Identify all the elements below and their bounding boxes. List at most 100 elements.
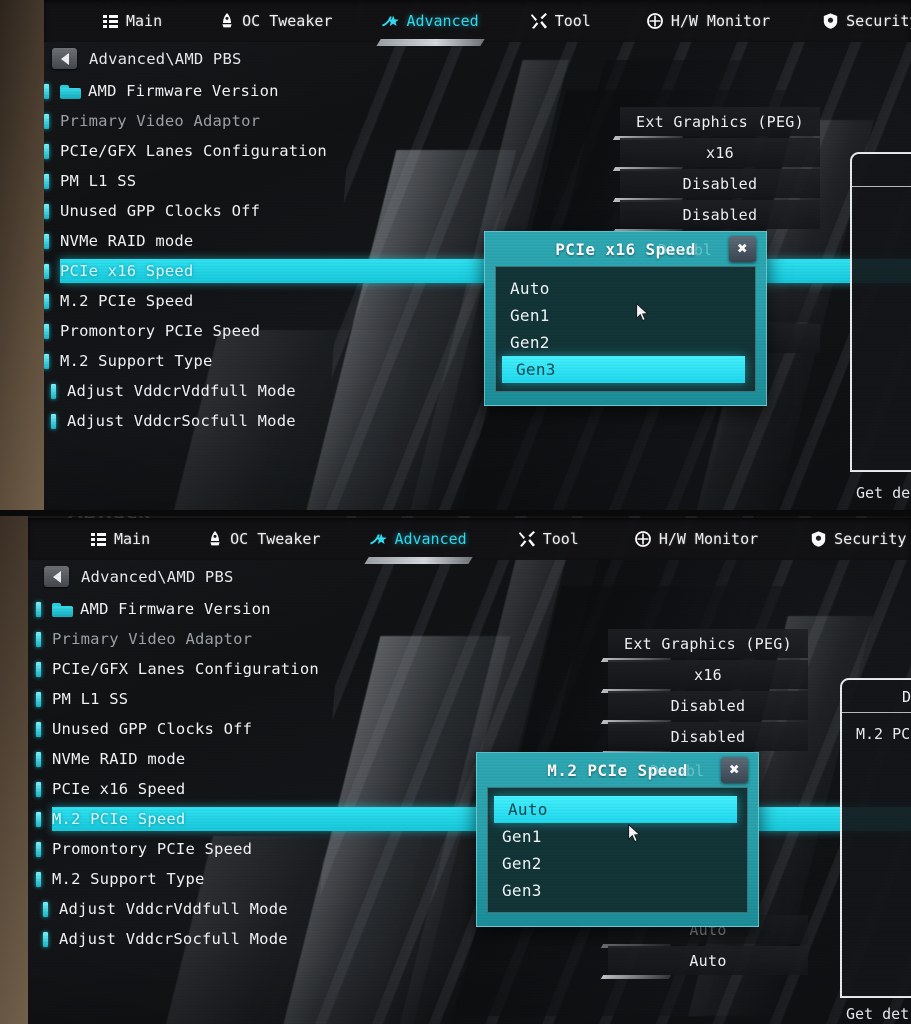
dialog-option[interactable]: Gen1 (488, 823, 747, 850)
list-item[interactable]: PCIe/GFX Lanes Configuration (36, 654, 506, 684)
back-button[interactable] (52, 48, 77, 69)
close-icon[interactable]: ✖ (729, 236, 756, 262)
list-item-label: PCIe/GFX Lanes Configuration (60, 142, 327, 160)
tab-advanced[interactable]: Advanced (382, 0, 479, 42)
list-item[interactable]: Promontory PCIe Speed (44, 316, 514, 346)
value-row[interactable]: Ext Graphics (PEG) (620, 107, 820, 136)
grid-icon (102, 13, 119, 30)
dropdown-dialog-pcie-x16-speed: PCIe x16 Speed Disabl ✖ Auto Gen1 Gen2 G… (484, 231, 767, 406)
monitor-icon (647, 13, 664, 30)
tab-oc-tweaker[interactable]: OC Tweaker (206, 518, 320, 560)
monitor-icon (635, 531, 652, 548)
list-item-selected[interactable]: PCIe x16 Speed (44, 256, 911, 286)
tab-hw-monitor[interactable]: H/W Monitor (635, 518, 758, 560)
list-item-label: NVMe RAID mode (60, 232, 194, 250)
tab-label: Main (126, 12, 163, 30)
dialog-option[interactable]: Gen3 (488, 877, 747, 904)
list-item[interactable]: PCIe/GFX Lanes Configuration (44, 136, 514, 166)
tab-security[interactable]: Security (822, 0, 911, 42)
breadcrumb-label: Advanced\AMD PBS (81, 567, 234, 586)
dialog-option[interactable]: Auto (496, 275, 755, 302)
bullet-icon (36, 721, 41, 737)
settings-list-bottom: AMD Firmware Version Primary Video Adapt… (36, 594, 911, 954)
tab-label: Advanced (394, 530, 467, 548)
description-body (852, 187, 911, 199)
tab-hw-monitor[interactable]: H/W Monitor (647, 0, 770, 42)
list-item[interactable]: M.2 PCIe Speed (44, 286, 514, 316)
list-item[interactable]: PM L1 SS (36, 684, 506, 714)
list-item-selected[interactable]: M.2 PCIe Speed (36, 804, 911, 834)
list-item[interactable]: PCIe x16 Speed (36, 774, 506, 804)
bullet-icon (44, 353, 49, 369)
description-panel: Desc (850, 152, 911, 472)
list-item[interactable]: NVMe RAID mode (36, 744, 506, 774)
list-item[interactable]: AMD Firmware Version (36, 594, 506, 624)
list-item[interactable]: Adjust VddcrSocfull Mode (36, 924, 506, 954)
shield-icon (810, 531, 827, 548)
breadcrumb-label: Advanced\AMD PBS (89, 49, 242, 68)
value-row[interactable]: Disabled (620, 169, 820, 198)
description-hint: Get det (856, 484, 911, 502)
bullet-icon (44, 143, 49, 159)
value-text: Ext Graphics (PEG) (624, 634, 792, 653)
tab-label: Security (834, 530, 907, 548)
list-item[interactable]: Primary Video Adaptor (36, 624, 506, 654)
list-item[interactable]: AMD Firmware Version (44, 76, 514, 106)
mouse-cursor-icon (636, 303, 649, 322)
value-row[interactable]: Disabled (608, 691, 808, 720)
list-item-label: Adjust VddcrVddfull Mode (59, 900, 288, 918)
tab-tool[interactable]: Tool (518, 518, 579, 560)
dialog-option-selected[interactable]: Auto (494, 796, 737, 823)
list-item[interactable]: NVMe RAID mode (44, 226, 514, 256)
bullet-icon (36, 751, 41, 767)
value-row[interactable]: x16 (620, 138, 820, 167)
value-row[interactable]: Auto (608, 946, 808, 975)
value-text: x16 (706, 143, 734, 162)
list-item-label: Adjust VddcrSocfull Mode (67, 412, 296, 430)
chevron-left-icon (60, 52, 69, 65)
description-panel: Desc M.2 PC (840, 678, 911, 998)
tab-main[interactable]: Main (90, 518, 150, 560)
list-item[interactable]: Adjust VddcrVddfull Mode (36, 894, 506, 924)
value-row[interactable]: x16 (608, 660, 808, 689)
list-item[interactable]: Primary Video Adaptor (44, 106, 514, 136)
tab-label: Advanced (406, 12, 479, 30)
list-item[interactable]: PM L1 SS (44, 166, 514, 196)
list-item[interactable]: M.2 Support Type (44, 346, 514, 376)
dialog-option[interactable]: Gen2 (488, 850, 747, 877)
value-row[interactable]: Disabled (620, 200, 820, 229)
tab-label: H/W Monitor (658, 530, 759, 548)
monitor-screen-top: ASRock Main OC Tweaker (44, 0, 911, 516)
value-row[interactable]: Ext Graphics (PEG) (608, 629, 808, 658)
list-item-label: Adjust VddcrSocfull Mode (59, 930, 288, 948)
dialog-option-selected[interactable]: Gen3 (502, 356, 745, 383)
dialog-option[interactable]: Gen1 (496, 302, 755, 329)
tab-tool[interactable]: Tool (530, 0, 591, 42)
tab-oc-tweaker[interactable]: OC Tweaker (218, 0, 332, 42)
list-item[interactable]: Promontory PCIe Speed (36, 834, 506, 864)
value-text: Disabled (682, 174, 758, 193)
list-item-label: Adjust VddcrVddfull Mode (67, 382, 296, 400)
list-item[interactable]: Adjust VddcrVddfull Mode (44, 376, 514, 406)
tab-label: Tool (554, 12, 591, 30)
tab-security[interactable]: Security (810, 518, 906, 560)
dialog-option[interactable]: Gen2 (496, 329, 755, 356)
bullet-icon (44, 293, 49, 309)
list-item-label: Promontory PCIe Speed (60, 322, 261, 340)
bullet-icon (44, 233, 49, 249)
list-item[interactable]: Unused GPP Clocks Off (36, 714, 506, 744)
list-item[interactable]: Unused GPP Clocks Off (44, 196, 514, 226)
bullet-icon (44, 263, 49, 279)
close-icon[interactable]: ✖ (721, 757, 748, 783)
description-hint: Get det (846, 1005, 910, 1023)
dialog-option-list: Auto Gen1 Gen2 Gen3 (487, 787, 748, 913)
dialog-ghost-value: Disabl (657, 241, 712, 259)
list-item[interactable]: M.2 Support Type (36, 864, 506, 894)
back-button[interactable] (44, 566, 69, 587)
tab-advanced[interactable]: Advanced (370, 518, 467, 560)
dropdown-dialog-m2-pcie-speed: M.2 PCIe Speed Disabl ✖ Auto Gen1 Gen2 G… (476, 752, 759, 927)
tab-main[interactable]: Main (102, 0, 162, 42)
list-item-label: Unused GPP Clocks Off (60, 202, 261, 220)
value-row[interactable]: Disabled (608, 722, 808, 751)
list-item[interactable]: Adjust VddcrSocfull Mode (44, 406, 514, 436)
